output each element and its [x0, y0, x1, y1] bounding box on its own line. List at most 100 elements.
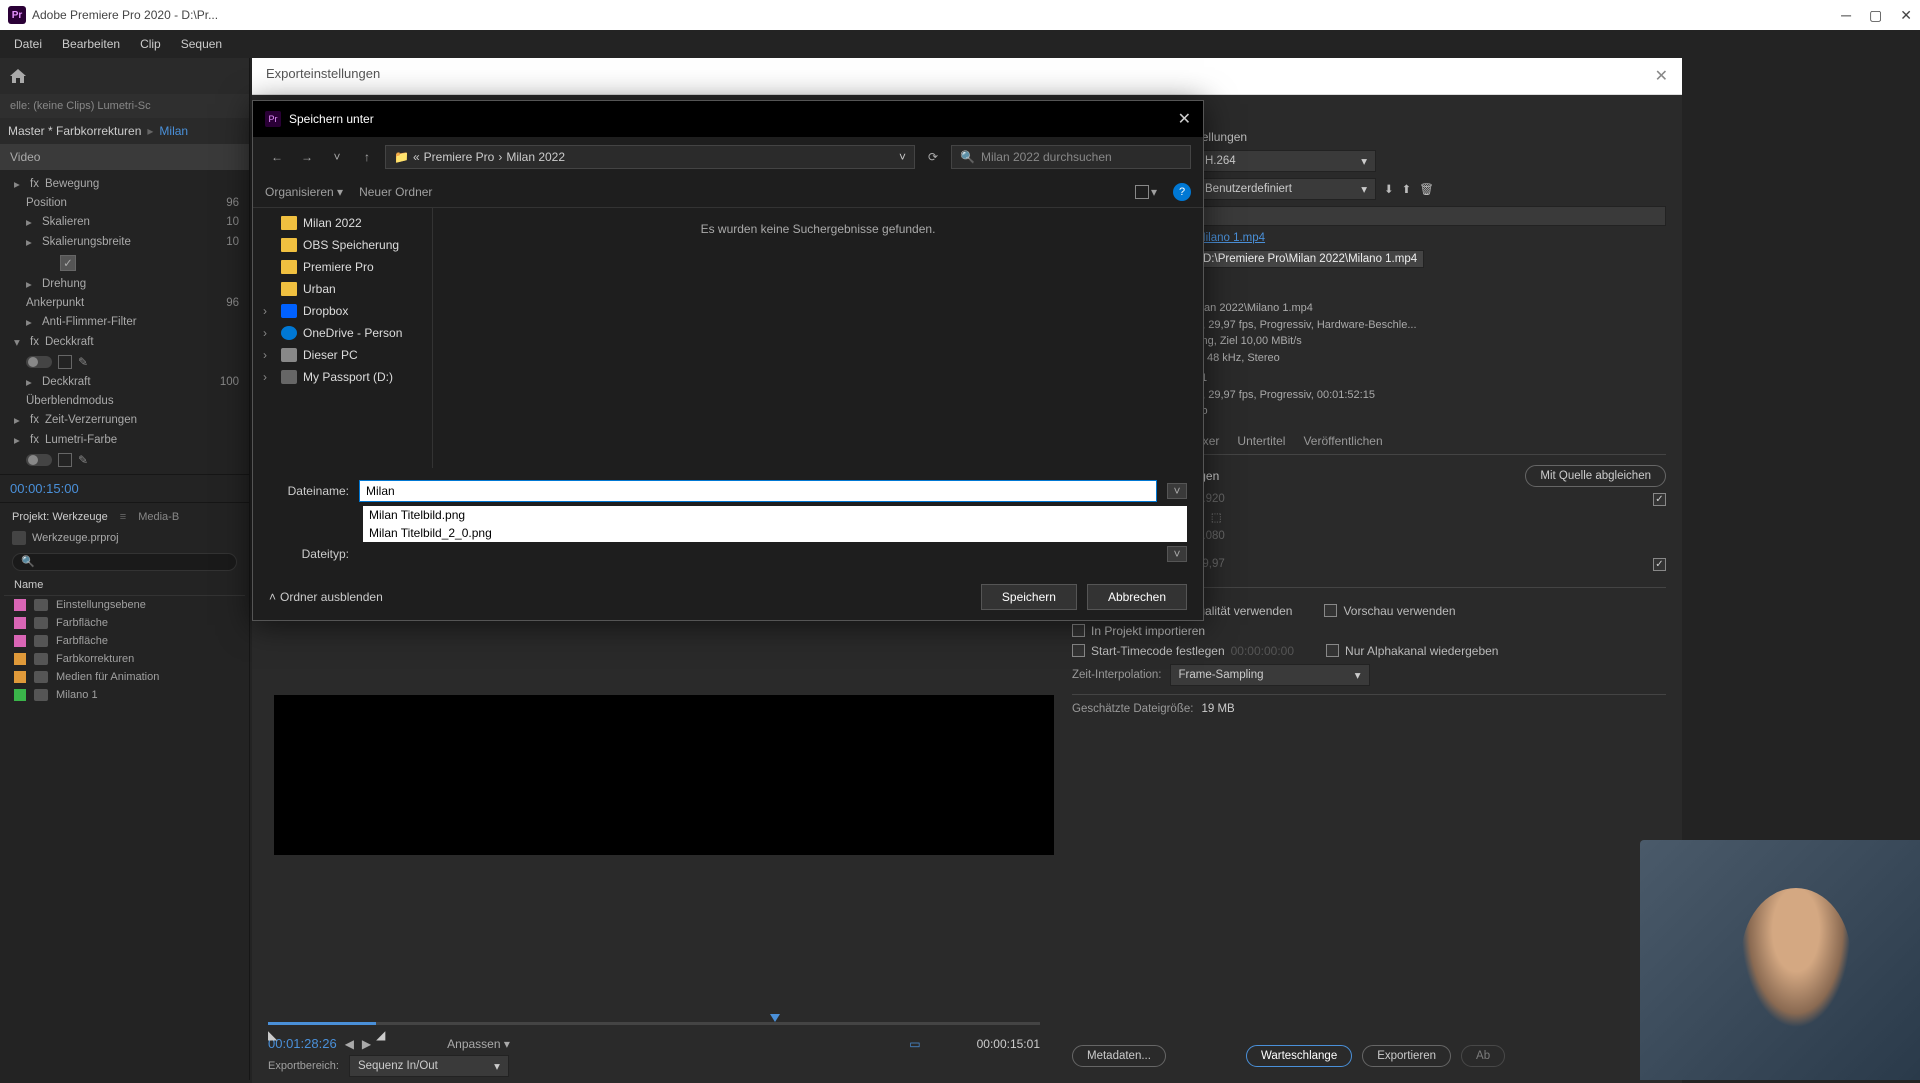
fx-skalierungsbreite[interactable]: ▸Skalierungsbreite10: [0, 232, 249, 252]
import-project-checkbox[interactable]: [1072, 624, 1085, 637]
tree-item[interactable]: ›OneDrive - Person: [253, 322, 432, 344]
fx-antiflimmer[interactable]: ▸Anti-Flimmer-Filter: [0, 312, 249, 332]
save-button[interactable]: Speichern: [981, 584, 1077, 610]
name-column-header[interactable]: Name: [4, 575, 245, 596]
fx-toggles[interactable]: ✎: [0, 352, 249, 372]
metadata-button[interactable]: Metadaten...: [1072, 1045, 1166, 1067]
tree-item[interactable]: ›Dropbox: [253, 300, 432, 322]
playhead-icon[interactable]: [770, 1014, 780, 1022]
minimize-button[interactable]: ─: [1841, 7, 1851, 24]
new-folder-button[interactable]: Neuer Ordner: [359, 185, 432, 199]
breadcrumb-2[interactable]: Milan 2022: [506, 150, 565, 164]
tree-item[interactable]: OBS Speicherung: [253, 234, 432, 256]
tab-untertitel[interactable]: Untertitel: [1237, 434, 1285, 448]
save-dialog-close[interactable]: ✕: [1178, 109, 1191, 129]
view-button[interactable]: ▾: [1135, 185, 1157, 199]
filetype-dropdown[interactable]: ˅: [1167, 546, 1187, 562]
menu-clip[interactable]: Clip: [132, 33, 169, 55]
fx-toggles-2[interactable]: ✎: [0, 450, 249, 470]
ab-button[interactable]: Ab: [1461, 1045, 1505, 1067]
save-preset-icon[interactable]: ⬇: [1384, 182, 1394, 196]
suggestion-2[interactable]: Milan Titelbild_2_0.png: [363, 524, 1187, 542]
framerate-checkbox[interactable]: [1653, 558, 1666, 571]
fx-deckkraft-val[interactable]: ▸Deckkraft100: [0, 372, 249, 392]
exportbereich-dropdown[interactable]: Sequenz In/Out▾: [349, 1055, 509, 1077]
delete-preset-icon[interactable]: 🗑: [1419, 182, 1434, 196]
fx-checkbox-row[interactable]: ✓: [0, 252, 249, 274]
fx-position[interactable]: Position96: [0, 194, 249, 212]
suggestion-1[interactable]: Milan Titelbild.png: [363, 506, 1187, 524]
fx-ankerpunkt[interactable]: Ankerpunkt96: [0, 294, 249, 312]
media-tab[interactable]: Media-B: [138, 511, 179, 523]
bin-item[interactable]: Farbkorrekturen: [4, 650, 245, 668]
fx-bewegung[interactable]: ▸fxBewegung: [0, 174, 249, 194]
bin-name: Farbkorrekturen: [56, 653, 134, 665]
width-checkbox[interactable]: [1653, 493, 1666, 506]
menu-bearbeiten[interactable]: Bearbeiten: [54, 33, 128, 55]
start-tc-checkbox[interactable]: [1072, 644, 1085, 657]
tree-item[interactable]: ›Dieser PC: [253, 344, 432, 366]
time-interp-dropdown[interactable]: Frame-Sampling▾: [1170, 664, 1370, 686]
folder-search[interactable]: 🔍 Milan 2022 durchsuchen: [951, 145, 1191, 169]
fit-dropdown[interactable]: Anpassen ▾: [447, 1037, 510, 1051]
export-dialog-close[interactable]: ✕: [1655, 66, 1668, 86]
bin-item[interactable]: Milano 1: [4, 686, 245, 704]
fx-lumetri[interactable]: ▸fxLumetri-Farbe: [0, 430, 249, 450]
premiere-icon: Pr: [8, 6, 26, 24]
home-icon[interactable]: [8, 67, 28, 85]
filename-dropdown[interactable]: ˅: [1167, 483, 1187, 499]
tree-item[interactable]: Milan 2022: [253, 212, 432, 234]
bin-item[interactable]: Farbfläche: [4, 632, 245, 650]
project-tab[interactable]: Projekt: Werkzeuge: [12, 511, 108, 523]
tree-item[interactable]: Urban: [253, 278, 432, 300]
address-bar[interactable]: 📁 « Premiere Pro › Milan 2022 ˅: [385, 145, 915, 169]
filename-input[interactable]: [359, 480, 1157, 502]
organize-button[interactable]: Organisieren ▾: [265, 185, 343, 199]
nav-recent[interactable]: ˅: [325, 145, 349, 169]
menu-sequenz[interactable]: Sequen: [173, 33, 230, 55]
comments-input[interactable]: [1196, 206, 1666, 226]
maximize-button[interactable]: ▢: [1869, 7, 1882, 24]
help-button[interactable]: ?: [1173, 183, 1191, 201]
play-icon[interactable]: ▶: [362, 1037, 371, 1051]
tab-veroeff[interactable]: Veröffentlichen: [1303, 434, 1382, 448]
output-path[interactable]: D:\Premiere Pro\Milan 2022\Milano 1.mp4: [1196, 250, 1424, 268]
nav-up[interactable]: ↑: [355, 145, 379, 169]
format-dropdown[interactable]: H.264▾: [1196, 150, 1376, 172]
bin-item[interactable]: Medien für Animation: [4, 668, 245, 686]
refresh-button[interactable]: ⟳: [921, 145, 945, 169]
fx-drehung[interactable]: ▸Drehung: [0, 274, 249, 294]
export-button[interactable]: Exportieren: [1362, 1045, 1451, 1067]
link-icon[interactable]: ⬚: [1211, 510, 1222, 524]
hide-folders-button[interactable]: ˄Ordner ausblenden: [269, 590, 383, 604]
menu-datei[interactable]: Datei: [6, 33, 50, 55]
folder-content: Es wurden keine Suchergebnisse gefunden.: [433, 208, 1203, 468]
aspect-icon[interactable]: ▭: [909, 1037, 920, 1051]
import-preset-icon[interactable]: ⬆: [1402, 182, 1412, 196]
close-button[interactable]: ✕: [1900, 7, 1912, 24]
nav-back[interactable]: ←: [265, 145, 289, 169]
sequence-link[interactable]: Milan: [159, 124, 188, 138]
queue-button[interactable]: Warteschlange: [1246, 1045, 1352, 1067]
bin-item[interactable]: Einstellungsebene: [4, 596, 245, 614]
match-source-button[interactable]: Mit Quelle abgleichen: [1525, 465, 1666, 487]
play-prev-icon[interactable]: ◀: [345, 1037, 354, 1051]
preview-slider[interactable]: [268, 1022, 1040, 1025]
bin-item[interactable]: Farbfläche: [4, 614, 245, 632]
alpha-checkbox[interactable]: [1326, 644, 1339, 657]
nav-forward[interactable]: →: [295, 145, 319, 169]
project-search[interactable]: [12, 553, 237, 571]
tree-item[interactable]: Premiere Pro: [253, 256, 432, 278]
fx-skalieren[interactable]: ▸Skalieren10: [0, 212, 249, 232]
tree-item[interactable]: ›My Passport (D:): [253, 366, 432, 388]
preset-dropdown[interactable]: Benutzerdefiniert▾: [1196, 178, 1376, 200]
cancel-button[interactable]: Abbrechen: [1087, 584, 1187, 610]
project-panel: Projekt: Werkzeuge ≡ Media-B Werkzeuge.p…: [0, 502, 249, 708]
fx-zeitverz[interactable]: ▸fxZeit-Verzerrungen: [0, 410, 249, 430]
fx-deckkraft[interactable]: ▾fxDeckkraft: [0, 332, 249, 352]
output-name-link[interactable]: Milano 1.mp4: [1196, 232, 1265, 244]
fx-uberblend[interactable]: Überblendmodus: [0, 392, 249, 410]
fx-tree: ▸fxBewegung Position96 ▸Skalieren10 ▸Ska…: [0, 170, 249, 474]
breadcrumb-1[interactable]: Premiere Pro: [424, 150, 495, 164]
vorschau-checkbox[interactable]: [1324, 604, 1337, 617]
